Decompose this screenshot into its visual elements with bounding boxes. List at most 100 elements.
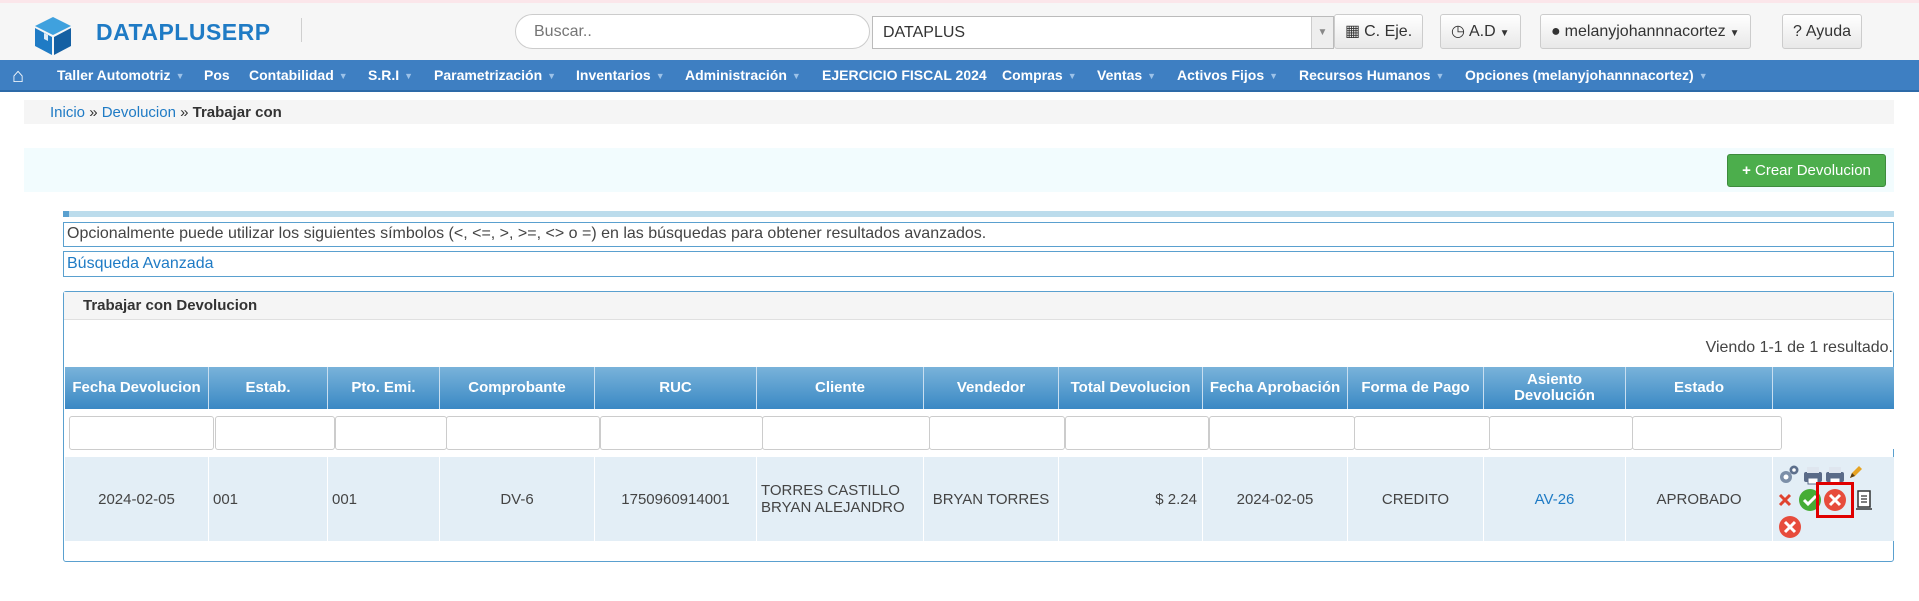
cell-comprobante: DV-6 bbox=[440, 457, 595, 541]
create-devolucion-button[interactable]: + Crear Devolucion bbox=[1727, 154, 1886, 187]
cell-ruc: 1750960914001 bbox=[595, 457, 757, 541]
filter-asiento[interactable] bbox=[1489, 416, 1633, 450]
cell-fecha-devolucion: 2024-02-05 bbox=[65, 457, 209, 541]
nav-label: Contabilidad bbox=[249, 67, 334, 83]
caret-down-icon: ▼ bbox=[404, 71, 414, 82]
cell-forma-pago: CREDITO bbox=[1348, 457, 1484, 541]
caret-down-icon: ▼ bbox=[791, 71, 801, 82]
question-circle-icon: ? bbox=[1793, 23, 1802, 40]
ad-dropdown-button[interactable]: ◷ A.D ▼ bbox=[1440, 14, 1521, 49]
company-select[interactable]: DATAPLUS ▼ bbox=[872, 16, 1334, 49]
grid-title: Trabajar con Devolucion bbox=[64, 292, 1893, 320]
filter-ruc[interactable] bbox=[600, 416, 763, 450]
col-header-fecha-aprobacion[interactable]: Fecha Aprobación bbox=[1203, 367, 1348, 409]
col-header-comprobante[interactable]: Comprobante bbox=[440, 367, 595, 409]
caret-down-icon: ▼ bbox=[1269, 71, 1279, 82]
search-hint: Opcionalmente puede utilizar los siguien… bbox=[63, 222, 1894, 247]
grid-panel: Trabajar con Devolucion Viendo 1-1 de 1 … bbox=[63, 291, 1894, 562]
pencil-icon[interactable] bbox=[1847, 465, 1863, 481]
nav-label: S.R.I bbox=[368, 67, 400, 83]
ejercicio-button[interactable]: ▦ C. Eje. bbox=[1334, 14, 1424, 49]
user-menu-button[interactable]: ● melanyjohannnacortez ▼ bbox=[1540, 14, 1751, 49]
filter-comprobante[interactable] bbox=[446, 416, 600, 450]
caret-down-icon: ▼ bbox=[1499, 28, 1510, 39]
filter-pto-emi[interactable] bbox=[335, 416, 447, 450]
breadcrumb-section-link[interactable]: Devolucion bbox=[102, 104, 176, 121]
cliente-line: TORRES CASTILLO bbox=[761, 482, 900, 499]
document-icon[interactable] bbox=[1855, 490, 1873, 510]
nav-label: Administración bbox=[685, 67, 787, 83]
help-button[interactable]: ? Ayuda bbox=[1782, 14, 1862, 49]
cancel-circle-icon[interactable] bbox=[1778, 515, 1802, 539]
cell-pto-emi: 001 bbox=[328, 457, 440, 541]
header-divider bbox=[301, 18, 302, 42]
cell-estab: 001 bbox=[209, 457, 328, 541]
caret-down-icon: ▼ bbox=[338, 71, 348, 82]
nav-item-taller[interactable]: Taller Automotriz ▼ bbox=[57, 67, 184, 83]
caret-down-icon: ▼ bbox=[1435, 71, 1445, 82]
filter-estab[interactable] bbox=[215, 416, 335, 450]
cell-estado: APROBADO bbox=[1626, 457, 1773, 541]
nav-item-compras[interactable]: Compras ▼ bbox=[1002, 67, 1077, 83]
col-header-pto-emi[interactable]: Pto. Emi. bbox=[328, 367, 440, 409]
cube-logo-icon[interactable] bbox=[32, 15, 74, 57]
col-header-forma-pago[interactable]: Forma de Pago bbox=[1348, 367, 1484, 409]
breadcrumb-home-link[interactable]: Inicio bbox=[50, 104, 85, 121]
top-header: DATAPLUSERP DATAPLUS ▼ ▦C. Eje. ◷A.D▼ ●m… bbox=[0, 0, 1919, 62]
nav-label: Taller Automotriz bbox=[57, 67, 171, 83]
advanced-search-link[interactable]: Búsqueda Avanzada bbox=[63, 251, 1894, 277]
col-header-fecha-devolucion[interactable]: Fecha Devolucion bbox=[65, 367, 209, 409]
nav-label: Inventarios bbox=[576, 67, 651, 83]
gears-icon[interactable] bbox=[1778, 464, 1800, 486]
brand-name[interactable]: DATAPLUSERP bbox=[96, 19, 271, 46]
filter-forma-pago[interactable] bbox=[1354, 416, 1490, 450]
nav-item-ejercicio-fiscal[interactable]: EJERCICIO FISCAL 2024 bbox=[822, 67, 987, 83]
delete-x-icon[interactable] bbox=[1778, 493, 1792, 507]
user-label: melanyjohannnacortez bbox=[1564, 23, 1726, 40]
col-header-estab[interactable]: Estab. bbox=[209, 367, 328, 409]
cell-total: $ 2.24 bbox=[1059, 457, 1203, 541]
caret-down-icon: ▼ bbox=[655, 71, 665, 82]
nav-label: Compras bbox=[1002, 67, 1063, 83]
filter-fecha-aprobacion[interactable] bbox=[1209, 416, 1355, 450]
nav-label: Recursos Humanos bbox=[1299, 67, 1431, 83]
asiento-link[interactable]: AV-26 bbox=[1535, 491, 1575, 508]
breadcrumb-separator: » bbox=[89, 104, 98, 121]
nav-item-ventas[interactable]: Ventas ▼ bbox=[1097, 67, 1156, 83]
nav-item-recursos-humanos[interactable]: Recursos Humanos ▼ bbox=[1299, 67, 1444, 83]
nav-item-inventarios[interactable]: Inventarios ▼ bbox=[576, 67, 665, 83]
nav-item-administracion[interactable]: Administración ▼ bbox=[685, 67, 801, 83]
col-header-vendedor[interactable]: Vendedor bbox=[924, 367, 1059, 409]
col-header-ruc[interactable]: RUC bbox=[595, 367, 757, 409]
cell-vendedor: BRYAN TORRES bbox=[924, 457, 1059, 541]
breadcrumb-current: Trabajar con bbox=[192, 104, 282, 121]
nav-item-pos[interactable]: Pos bbox=[204, 67, 230, 83]
nav-item-opciones[interactable]: Opciones (melanyjohannnacortez) ▼ bbox=[1465, 67, 1708, 83]
create-devolucion-label: Crear Devolucion bbox=[1755, 162, 1871, 179]
nav-item-sri[interactable]: S.R.I ▼ bbox=[368, 67, 413, 83]
chevron-down-icon[interactable]: ▼ bbox=[1311, 17, 1333, 48]
breadcrumb: Inicio » Devolucion » Trabajar con bbox=[24, 100, 1894, 124]
col-header-asiento[interactable]: Asiento Devolución bbox=[1484, 367, 1626, 409]
cliente-line: BRYAN ALEJANDRO bbox=[761, 499, 905, 516]
nav-label: Parametrización bbox=[434, 67, 543, 83]
home-icon[interactable]: ⌂ bbox=[12, 65, 24, 88]
nav-label: Activos Fijos bbox=[1177, 67, 1265, 83]
nav-label: Ventas bbox=[1097, 67, 1143, 83]
col-header-estado[interactable]: Estado bbox=[1626, 367, 1773, 409]
filter-total[interactable] bbox=[1065, 416, 1209, 450]
filter-fecha-devolucion[interactable] bbox=[69, 416, 214, 450]
filter-estado[interactable] bbox=[1632, 416, 1782, 450]
col-header-cliente[interactable]: Cliente bbox=[757, 367, 924, 409]
filter-vendedor[interactable] bbox=[929, 416, 1065, 450]
nav-label: Opciones (melanyjohannnacortez) bbox=[1465, 67, 1694, 83]
nav-item-contabilidad[interactable]: Contabilidad ▼ bbox=[249, 67, 348, 83]
nav-item-activos-fijos[interactable]: Activos Fijos ▼ bbox=[1177, 67, 1278, 83]
divider-stripe bbox=[63, 211, 1894, 217]
filter-cliente[interactable] bbox=[762, 416, 930, 450]
search-input[interactable] bbox=[515, 14, 870, 49]
col-header-total[interactable]: Total Devolucion bbox=[1059, 367, 1203, 409]
caret-down-icon: ▼ bbox=[1729, 28, 1740, 39]
nav-item-parametrizacion[interactable]: Parametrización ▼ bbox=[434, 67, 556, 83]
cancel-circle-icon[interactable] bbox=[1823, 488, 1847, 512]
